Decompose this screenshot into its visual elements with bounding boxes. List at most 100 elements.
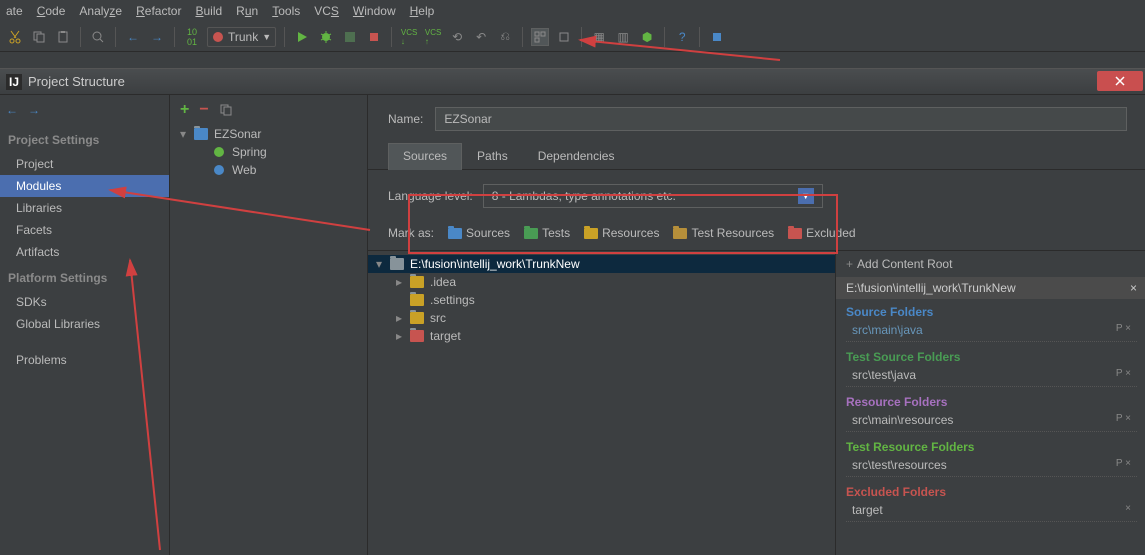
project-structure-icon[interactable]	[531, 28, 549, 46]
branch-icon[interactable]: ⎌	[496, 28, 514, 46]
close-button[interactable]	[1097, 71, 1143, 91]
menu-build[interactable]: Build	[195, 4, 222, 18]
svg-text:IJ: IJ	[9, 75, 19, 89]
menu-help[interactable]: Help	[410, 4, 435, 18]
mark-as-label: Mark as:	[388, 226, 434, 240]
folder-src[interactable]: ▸ src	[368, 309, 835, 327]
test-resource-folders-header: Test Resource Folders	[836, 434, 1145, 456]
folder-target[interactable]: ▸ target	[368, 327, 835, 345]
run-config-selector[interactable]: Trunk ▼	[207, 27, 276, 47]
folder-icon	[390, 258, 404, 270]
binary-icon[interactable]: 1001	[183, 28, 201, 46]
menu-refactor[interactable]: Refactor	[136, 4, 181, 18]
test-resource-folder-item[interactable]: src\test\resourcesP ×	[836, 456, 1145, 474]
chevron-down-icon: ▾	[180, 127, 188, 141]
name-label: Name:	[388, 112, 423, 126]
test-source-folders-header: Test Source Folders	[836, 344, 1145, 366]
copy-icon[interactable]	[30, 28, 48, 46]
language-level-select[interactable]: 8 - Lambdas, type annotations etc. ▼	[483, 184, 823, 208]
module-root[interactable]: ▾ EZSonar	[170, 125, 367, 143]
revert-icon[interactable]: ↶	[472, 28, 490, 46]
cut-icon[interactable]	[6, 28, 24, 46]
nav-modules[interactable]: Modules	[0, 175, 169, 197]
remove-root-icon[interactable]: ×	[1130, 281, 1137, 295]
facet-web[interactable]: Web	[170, 161, 367, 179]
search-icon[interactable]	[89, 28, 107, 46]
maven-icon[interactable]: ▥	[614, 28, 632, 46]
facet-spring[interactable]: Spring	[170, 143, 367, 161]
nav-artifacts[interactable]: Artifacts	[0, 241, 169, 263]
forward-icon[interactable]: →	[148, 28, 166, 46]
chevron-right-icon: ▸	[396, 275, 404, 289]
remove-module-icon[interactable]: −	[199, 101, 208, 119]
settings-icon[interactable]	[555, 28, 573, 46]
folders-sidebar: + Add Content Root E:\fusion\intellij_wo…	[835, 251, 1145, 555]
language-level-label: Language level:	[388, 189, 473, 203]
history-icon[interactable]: ⟲	[448, 28, 466, 46]
android-icon[interactable]: ⬢	[638, 28, 656, 46]
tab-dependencies[interactable]: Dependencies	[523, 143, 630, 169]
vcs-commit-icon[interactable]: VCS↑	[424, 28, 442, 46]
menu-navigate[interactable]: ate	[6, 4, 23, 18]
settings-nav: ← → Project Settings Project Modules Lib…	[0, 95, 170, 555]
nav-problems[interactable]: Problems	[0, 349, 169, 371]
menu-code[interactable]: Code	[37, 4, 66, 18]
nav-back-icon[interactable]: ←	[6, 103, 18, 117]
resource-folder-item[interactable]: src\main\resourcesP ×	[836, 411, 1145, 429]
folder-icon	[410, 294, 424, 306]
add-module-icon[interactable]: +	[180, 101, 189, 119]
content-root-path: E:\fusion\intellij_work\TrunkNew ×	[836, 277, 1145, 299]
mark-tests-button[interactable]: Tests	[524, 226, 570, 240]
excluded-folders-header: Excluded Folders	[836, 479, 1145, 501]
menu-window[interactable]: Window	[353, 4, 396, 18]
tab-paths[interactable]: Paths	[462, 143, 523, 169]
vcs-update-icon[interactable]: VCS↓	[400, 28, 418, 46]
chevron-down-icon: ▾	[376, 257, 384, 271]
project-structure-dialog: IJ Project Structure ← → Project Setting…	[0, 68, 1145, 555]
resource-folders-header: Resource Folders	[836, 389, 1145, 411]
tab-sources[interactable]: Sources	[388, 143, 462, 170]
spring-icon	[212, 145, 226, 159]
app-icon: IJ	[6, 74, 22, 90]
mark-test-resources-button[interactable]: Test Resources	[673, 226, 774, 240]
section-platform-settings: Platform Settings	[0, 263, 169, 291]
excluded-folder-item[interactable]: target×	[836, 501, 1145, 519]
menu-vcs[interactable]: VCS	[314, 4, 339, 18]
content-root[interactable]: ▾ E:\fusion\intellij_work\TrunkNew	[368, 255, 835, 273]
chevron-right-icon: ▸	[396, 311, 404, 325]
nav-sdks[interactable]: SDKs	[0, 291, 169, 313]
module-name-input[interactable]	[435, 107, 1127, 131]
folder-settings[interactable]: .settings	[368, 291, 835, 309]
test-source-folder-item[interactable]: src\test\javaP ×	[836, 366, 1145, 384]
content-root-tree: ▾ E:\fusion\intellij_work\TrunkNew ▸ .id…	[368, 251, 835, 555]
main-toolbar: ← → 1001 Trunk ▼ VCS↓ VCS↑ ⟲ ↶ ⎌ ▦ ▥ ⬢ ?	[0, 22, 1145, 52]
folder-idea[interactable]: ▸ .idea	[368, 273, 835, 291]
debug-icon[interactable]	[317, 28, 335, 46]
gradle-icon[interactable]: ▦	[590, 28, 608, 46]
nav-global-libraries[interactable]: Global Libraries	[0, 313, 169, 335]
paste-icon[interactable]	[54, 28, 72, 46]
web-icon	[212, 163, 226, 177]
nav-project[interactable]: Project	[0, 153, 169, 175]
plugin-icon[interactable]	[708, 28, 726, 46]
run-icon[interactable]	[293, 28, 311, 46]
source-folder-item[interactable]: src\main\javaP ×	[836, 321, 1145, 339]
menu-tools[interactable]: Tools	[272, 4, 300, 18]
menu-analyze[interactable]: Analyze	[79, 4, 122, 18]
help-icon[interactable]: ?	[673, 28, 691, 46]
mark-resources-button[interactable]: Resources	[584, 226, 659, 240]
dialog-titlebar: IJ Project Structure	[0, 69, 1145, 95]
nav-facets[interactable]: Facets	[0, 219, 169, 241]
coverage-icon[interactable]	[341, 28, 359, 46]
copy-module-icon[interactable]	[219, 103, 233, 117]
mark-excluded-button[interactable]: Excluded	[788, 226, 855, 240]
stop-icon[interactable]	[365, 28, 383, 46]
mark-sources-button[interactable]: Sources	[448, 226, 510, 240]
module-name: EZSonar	[214, 127, 261, 141]
module-icon	[194, 128, 208, 140]
add-content-root-button[interactable]: + Add Content Root	[836, 251, 1145, 277]
back-icon[interactable]: ←	[124, 28, 142, 46]
nav-libraries[interactable]: Libraries	[0, 197, 169, 219]
nav-forward-icon[interactable]: →	[28, 103, 40, 117]
menu-run[interactable]: Run	[236, 4, 258, 18]
